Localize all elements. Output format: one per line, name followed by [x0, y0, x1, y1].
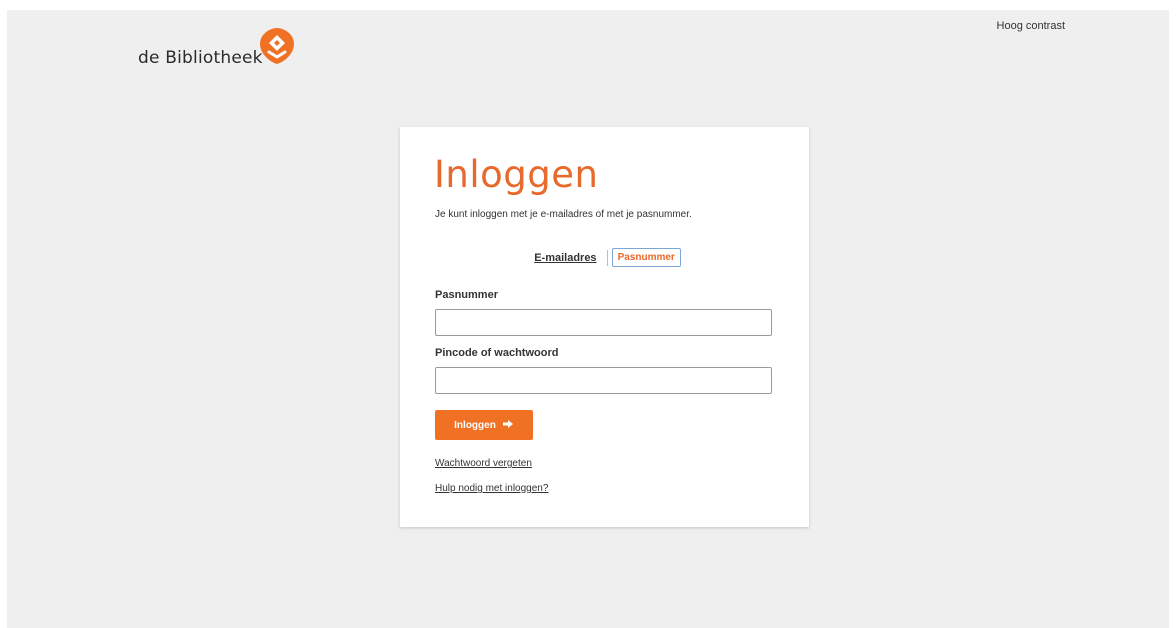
tab-email[interactable]: E-mailadres: [528, 249, 602, 267]
arrow-right-icon: [502, 418, 514, 433]
login-card: Inloggen Je kunt inloggen met je e-maila…: [400, 127, 809, 527]
pincode-label: Pincode of wachtwoord: [435, 347, 559, 359]
logo[interactable]: de Bibliotheek: [138, 26, 297, 70]
page-background: de Bibliotheek Hoog contrast Inloggen Je…: [7, 10, 1169, 628]
high-contrast-link[interactable]: Hoog contrast: [997, 20, 1065, 32]
bibliotheek-logo-icon: [259, 28, 294, 64]
help-login-link[interactable]: Hulp nodig met inloggen?: [435, 483, 548, 494]
tab-pasnummer[interactable]: Pasnummer: [611, 248, 681, 267]
toggle-divider: [606, 249, 608, 266]
login-method-toggle: E-mailadres Pasnummer: [400, 248, 809, 267]
page-title: Inloggen: [434, 153, 599, 196]
login-intro-text: Je kunt inloggen met je e-mailadres of m…: [435, 209, 692, 220]
login-button[interactable]: Inloggen: [435, 410, 533, 440]
pasnummer-label: Pasnummer: [435, 289, 498, 301]
pincode-field[interactable]: [435, 367, 772, 394]
login-button-label: Inloggen: [454, 419, 496, 431]
pasnummer-field[interactable]: [435, 309, 772, 336]
forgot-password-link[interactable]: Wachtwoord vergeten: [435, 458, 532, 469]
logo-text: de Bibliotheek: [138, 48, 263, 68]
